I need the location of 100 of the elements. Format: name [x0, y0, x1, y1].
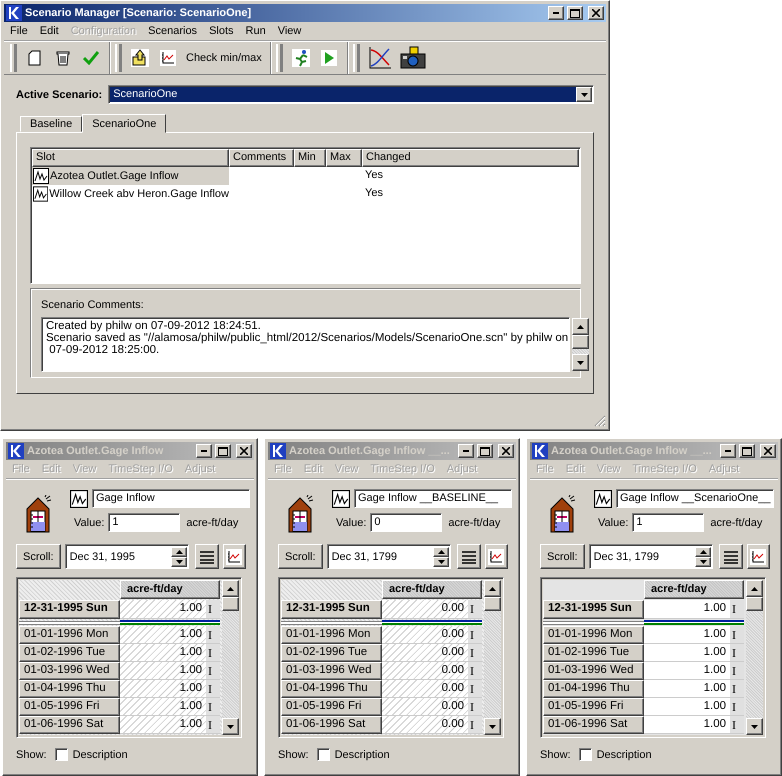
current-value-cell[interactable]: 1.00 — [644, 600, 730, 619]
date-cell[interactable]: 01-03-1996 Wed — [281, 662, 382, 680]
value-cell[interactable]: 1.00 — [644, 662, 730, 680]
scroll-button[interactable]: Scroll: — [278, 544, 323, 569]
value-cell[interactable]: 0.00 — [382, 626, 468, 644]
scrollbar[interactable] — [484, 580, 501, 735]
column-header[interactable]: acre-ft/day — [382, 580, 482, 599]
dropdown-arrow-button[interactable] — [576, 87, 592, 102]
scroll-up-button[interactable] — [484, 580, 501, 597]
spin-down-button[interactable] — [171, 556, 188, 566]
tab[interactable]: Baseline — [20, 116, 82, 132]
scrollbar[interactable] — [746, 580, 763, 735]
date-spinner[interactable]: Dec 31, 1799 — [326, 544, 452, 569]
slot-name-field[interactable]: Gage Inflow — [92, 489, 250, 508]
slot-name-field[interactable]: Gage Inflow __BASELINE__ — [354, 489, 512, 508]
plot-button[interactable] — [746, 544, 770, 569]
checkbox[interactable] — [316, 748, 330, 761]
scrollbar[interactable] — [222, 580, 239, 735]
scroll-thumb[interactable] — [572, 335, 590, 349]
scroll-down-button[interactable] — [222, 718, 239, 735]
current-date-cell[interactable]: 12-31-1995 Sun — [543, 600, 644, 619]
menu-item[interactable]: Run — [240, 25, 272, 37]
column-header[interactable]: acre-ft/day — [120, 580, 220, 599]
maximize-button[interactable] — [739, 444, 755, 458]
close-button[interactable] — [760, 444, 776, 458]
list-view-button[interactable] — [195, 544, 219, 569]
date-cell[interactable]: 01-04-1996 Thu — [543, 680, 644, 698]
column-header[interactable]: Slot — [32, 149, 229, 167]
minimize-button[interactable] — [548, 6, 564, 20]
value-field[interactable]: 1 — [632, 513, 704, 532]
scroll-button[interactable]: Scroll: — [540, 544, 585, 569]
value-cell[interactable]: 1.00 — [120, 662, 206, 680]
close-button[interactable] — [236, 444, 252, 458]
spin-up-button[interactable] — [171, 546, 188, 556]
column-header[interactable]: Changed — [362, 149, 579, 167]
column-header[interactable]: acre-ft/day — [644, 580, 744, 599]
value-cell[interactable]: 0.00 — [382, 698, 468, 716]
maximize-button[interactable] — [477, 444, 493, 458]
scroll-thumb[interactable] — [484, 597, 501, 611]
current-value-cell[interactable]: 0.00 — [382, 600, 468, 619]
current-value-cell[interactable]: 1.00 — [120, 600, 206, 619]
scroll-thumb[interactable] — [746, 597, 763, 611]
spin-up-button[interactable] — [433, 546, 450, 556]
checkbox[interactable] — [54, 748, 68, 761]
scroll-down-button[interactable] — [484, 718, 501, 735]
checkbox[interactable] — [578, 748, 592, 761]
scroll-button[interactable]: Scroll: — [16, 544, 61, 569]
minimize-button[interactable] — [720, 444, 736, 458]
scroll-down-button[interactable] — [746, 718, 763, 735]
spin-down-button[interactable] — [433, 556, 450, 566]
value-cell[interactable]: 0.00 — [382, 644, 468, 662]
minimize-button[interactable] — [196, 444, 212, 458]
value-cell[interactable]: 1.00 — [120, 644, 206, 662]
value-cell[interactable]: 0.00 — [382, 680, 468, 698]
menu-item[interactable]: View — [272, 25, 308, 37]
menu-item[interactable]: Edit — [34, 25, 65, 37]
date-cell[interactable]: 01-06-1996 Sat — [281, 716, 382, 734]
scroll-up-button[interactable] — [746, 580, 763, 597]
value-cell[interactable]: 1.00 — [644, 644, 730, 662]
current-date-cell[interactable]: 12-31-1995 Sun — [19, 600, 120, 619]
date-cell[interactable]: 01-01-1996 Mon — [543, 626, 644, 644]
list-view-button[interactable] — [719, 544, 743, 569]
value-cell[interactable]: 1.00 — [120, 716, 206, 734]
maximize-button[interactable] — [215, 444, 231, 458]
current-date-cell[interactable]: 12-31-1995 Sun — [281, 600, 382, 619]
date-cell[interactable]: 01-04-1996 Thu — [19, 680, 120, 698]
value-cell[interactable]: 1.00 — [644, 626, 730, 644]
date-cell[interactable]: 01-05-1996 Fri — [19, 698, 120, 716]
date-cell[interactable]: 01-02-1996 Tue — [543, 644, 644, 662]
plot-button[interactable] — [222, 544, 246, 569]
spin-down-button[interactable] — [695, 556, 712, 566]
date-cell[interactable]: 01-01-1996 Mon — [281, 626, 382, 644]
value-cell[interactable]: 1.00 — [120, 698, 206, 716]
menu-item[interactable]: File — [4, 25, 34, 37]
minimize-button[interactable] — [458, 444, 474, 458]
value-cell[interactable]: 1.00 — [120, 626, 206, 644]
date-cell[interactable]: 01-01-1996 Mon — [19, 626, 120, 644]
plot-button[interactable] — [484, 544, 508, 569]
date-spinner[interactable]: Dec 31, 1995 — [64, 544, 190, 569]
spin-up-button[interactable] — [695, 546, 712, 556]
slot-cell[interactable]: Azotea Outlet.Gage Inflow — [32, 167, 229, 185]
date-cell[interactable]: 01-05-1996 Fri — [543, 698, 644, 716]
scroll-thumb[interactable] — [222, 597, 239, 611]
date-cell[interactable]: 01-02-1996 Tue — [281, 644, 382, 662]
menu-item[interactable]: Scenarios — [142, 25, 204, 37]
scroll-up-button[interactable] — [222, 580, 239, 597]
date-cell[interactable]: 01-03-1996 Wed — [19, 662, 120, 680]
slot-cell[interactable]: Willow Creek abv Heron.Gage Inflow — [32, 185, 229, 203]
value-cell[interactable]: 1.00 — [644, 680, 730, 698]
column-header[interactable]: Min — [294, 149, 326, 167]
value-cell[interactable]: 1.00 — [644, 698, 730, 716]
value-cell[interactable]: 1.00 — [120, 680, 206, 698]
menu-item[interactable]: Slots — [203, 25, 240, 37]
date-cell[interactable]: 01-02-1996 Tue — [19, 644, 120, 662]
maximize-button[interactable] — [567, 6, 583, 20]
date-cell[interactable]: 01-06-1996 Sat — [19, 716, 120, 734]
date-cell[interactable]: 01-05-1996 Fri — [281, 698, 382, 716]
toolbar-grip[interactable] — [276, 44, 281, 72]
column-header[interactable]: Comments — [229, 149, 294, 167]
toolbar-grip[interactable] — [10, 44, 15, 72]
